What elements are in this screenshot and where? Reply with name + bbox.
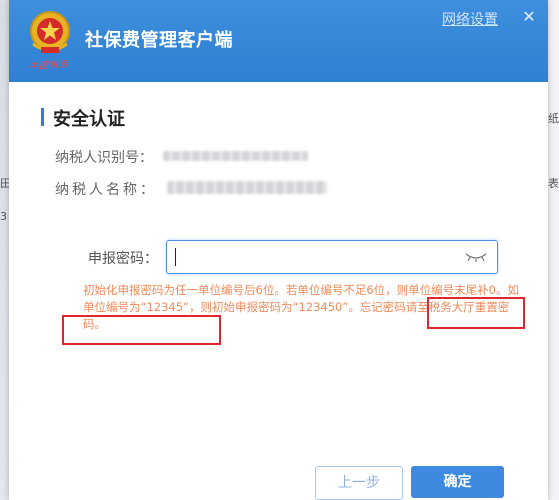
network-settings-link[interactable]: 网络设置 — [442, 9, 498, 29]
annotation-highlight-box — [62, 315, 221, 345]
taxpayer-id-value-blurred — [163, 151, 308, 161]
background-app-right — [547, 0, 559, 500]
section-accent-bar — [41, 108, 44, 126]
confirm-button[interactable]: 确定 — [411, 466, 504, 498]
previous-step-button[interactable]: 上一步 — [315, 466, 403, 500]
section-title: 安全认证 — [53, 109, 125, 130]
taxpayer-id-label: 纳税人识别号： — [55, 150, 153, 166]
emblem-caption: 中国税务 — [28, 59, 70, 73]
close-button[interactable]: ✕ — [520, 8, 538, 26]
text-caret — [175, 248, 176, 266]
security-auth-dialog: 中国税务 社保费管理客户端 网络设置 ✕ 安全认证 纳税人识别号： 纳税人名称：… — [9, 0, 548, 500]
password-label: 申报密码： — [88, 251, 158, 267]
tax-emblem-icon — [30, 11, 70, 53]
eye-closed-icon[interactable] — [465, 251, 487, 263]
app-title: 社保费管理客户端 — [85, 30, 233, 51]
background-text: 3 — [0, 210, 7, 223]
background-text: 表 — [548, 177, 559, 190]
background-text: 纸 — [548, 112, 559, 125]
taxpayer-name-value-blurred — [167, 181, 327, 194]
password-input[interactable] — [166, 240, 498, 274]
title-bar: 中国税务 社保费管理客户端 网络设置 ✕ — [9, 0, 548, 82]
annotation-highlight-box — [427, 297, 525, 329]
taxpayer-name-label: 纳税人名称： — [55, 182, 157, 198]
